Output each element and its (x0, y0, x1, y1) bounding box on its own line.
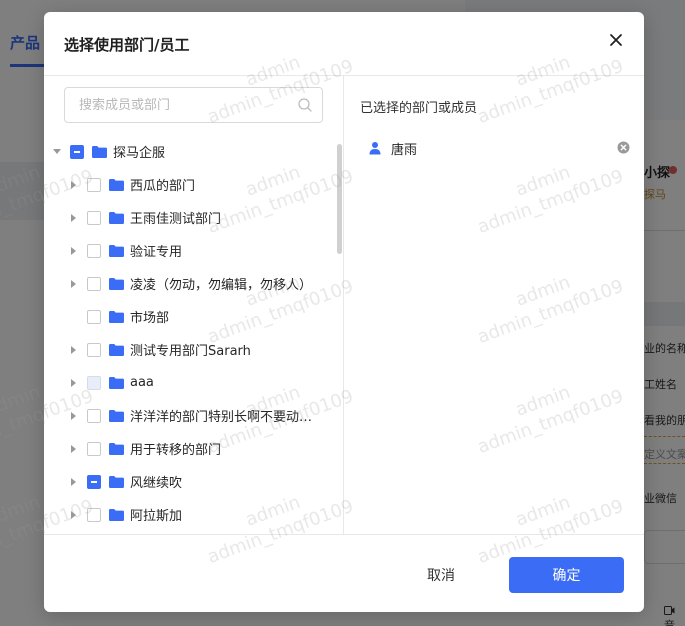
selected-panel-title: 已选择的部门或成员 (360, 101, 478, 116)
select-dept-member-dialog: 选择使用部门/员工 探马企服西瓜的部门王雨佳测试部门验证专用凌凌（勿动，勿编辑，… (44, 12, 644, 612)
caret-right-icon[interactable] (69, 444, 79, 454)
caret-down-icon[interactable] (52, 147, 62, 157)
folder-icon (109, 442, 124, 455)
tree-node-label: 探马企服 (113, 146, 166, 161)
tree-node[interactable]: 洋洋洋的部门特别长啊不要动… (69, 399, 312, 432)
folder-icon (109, 211, 124, 224)
caret-spacer (69, 312, 79, 322)
tree-node-label: aaa (130, 375, 154, 390)
tree-node-label: 阿拉斯加 (130, 509, 183, 524)
search-box (64, 87, 323, 123)
caret-right-icon[interactable] (69, 477, 79, 487)
tree-root-node[interactable]: 探马企服 (52, 135, 165, 168)
selected-panel: 已选择的部门或成员 唐雨 (344, 76, 644, 534)
close-button[interactable] (606, 30, 626, 50)
cancel-button[interactable]: 取消 (384, 557, 498, 593)
tree-node-checkbox[interactable] (87, 276, 101, 291)
tree-node-label: 测试专用部门Sararh (130, 344, 251, 359)
caret-right-icon[interactable] (69, 378, 79, 388)
tree-node[interactable]: aaa (69, 366, 154, 399)
tree-node-label: 验证专用 (130, 245, 183, 260)
caret-right-icon[interactable] (69, 279, 79, 289)
tree-node[interactable]: 阿拉斯加 (69, 498, 182, 531)
caret-right-icon[interactable] (69, 345, 79, 355)
folder-icon (109, 343, 124, 356)
tree-scrollbar-thumb[interactable] (337, 144, 342, 254)
tree-node-checkbox[interactable] (87, 507, 101, 522)
tree-node[interactable]: 王雨佳测试部门 (69, 201, 221, 234)
folder-icon (92, 145, 107, 158)
tree-node-checkbox (87, 375, 101, 390)
tree-node-label: 市场部 (130, 311, 170, 326)
selected-item: 唐雨 (344, 132, 644, 164)
tree-node[interactable]: 西瓜的部门 (69, 168, 195, 201)
person-icon (369, 142, 381, 155)
confirm-button[interactable]: 确定 (509, 557, 624, 593)
search-input[interactable] (79, 88, 289, 122)
dialog-header: 选择使用部门/员工 (44, 12, 644, 76)
tree-node-label: 洋洋洋的部门特别长啊不要动… (130, 410, 313, 425)
department-tree: 探马企服西瓜的部门王雨佳测试部门 验证专用凌凌（勿动，勿编辑，勿移人） 市场部测试专… (44, 133, 334, 534)
remove-icon[interactable] (617, 141, 630, 154)
folder-icon (109, 508, 124, 521)
tree-node-label: 凌凌（勿动，勿编辑，勿移人） (130, 278, 313, 293)
tree-node[interactable]: 用于转移的部门 (69, 432, 221, 465)
dialog-footer: 取消 确定 (44, 534, 644, 612)
folder-icon (109, 376, 124, 389)
caret-right-icon[interactable] (69, 246, 79, 256)
tree-node-checkbox[interactable] (87, 210, 101, 225)
tree-node-checkbox[interactable] (87, 474, 101, 489)
tree-node[interactable]: 市场部 (69, 300, 169, 333)
tree-node-label: 西瓜的部门 (130, 179, 196, 194)
tree-node[interactable]: 验证专用 (69, 234, 182, 267)
tree-node[interactable]: 风继续吹 (69, 465, 182, 498)
close-icon (610, 34, 622, 46)
folder-icon (109, 310, 124, 323)
folder-icon (109, 178, 124, 191)
tree-node-label: 风继续吹 (130, 476, 183, 491)
tree-node-label: 用于转移的部门 (130, 443, 222, 458)
tree-node[interactable]: 凌凌（勿动，勿编辑，勿移人） (69, 267, 312, 300)
tree-node[interactable]: 测试专用部门Sararh (69, 333, 251, 366)
caret-right-icon[interactable] (69, 411, 79, 421)
folder-icon (109, 409, 124, 422)
caret-right-icon[interactable] (69, 213, 79, 223)
department-tree-panel: 探马企服西瓜的部门王雨佳测试部门验证专用凌凌（勿动，勿编辑，勿移人） 市场部测试专… (44, 76, 344, 534)
dialog-title: 选择使用部门/员工 (64, 36, 190, 54)
folder-icon (109, 244, 124, 257)
tree-node-checkbox[interactable] (87, 342, 101, 357)
tree-node-checkbox[interactable] (70, 144, 84, 159)
tree-node-checkbox[interactable] (87, 309, 101, 324)
tree-node-checkbox[interactable] (87, 243, 101, 258)
tree-node-checkbox[interactable] (87, 177, 101, 192)
tree-node-checkbox[interactable] (87, 441, 101, 456)
tree-node-label: 王雨佳测试部门 (130, 212, 222, 227)
folder-icon (109, 277, 124, 290)
search-icon[interactable] (297, 97, 313, 113)
caret-right-icon[interactable] (69, 510, 79, 520)
selected-item-name: 唐雨 (391, 143, 418, 158)
tree-node-checkbox[interactable] (87, 408, 101, 423)
caret-right-icon[interactable] (69, 180, 79, 190)
folder-icon (109, 475, 124, 488)
